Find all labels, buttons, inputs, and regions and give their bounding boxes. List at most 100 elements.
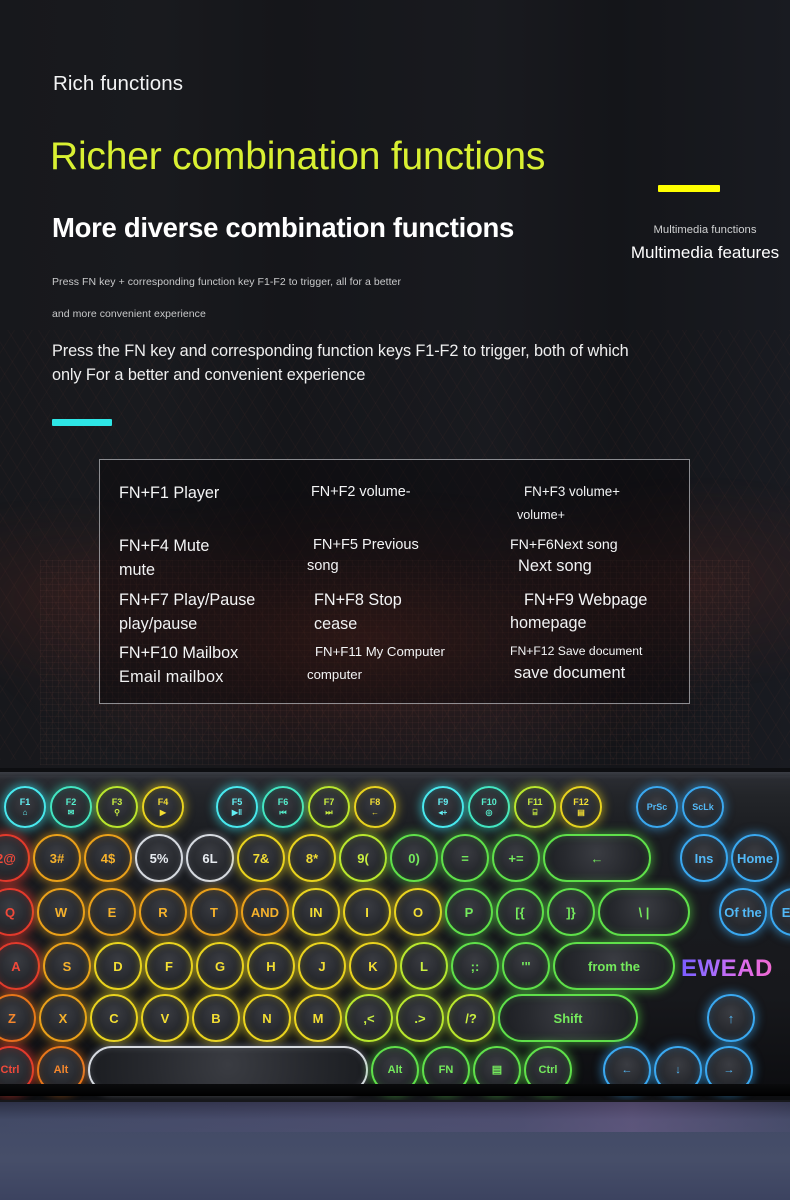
- key-9[interactable]: 9(: [339, 834, 387, 882]
- key-label: End: [781, 904, 790, 920]
- key-f8[interactable]: F8 ←: [354, 786, 396, 828]
- key-end[interactable]: End: [770, 888, 790, 936]
- key-o[interactable]: O: [394, 888, 442, 936]
- key-[interactable]: \ |: [598, 888, 690, 936]
- key-from-the[interactable]: from the: [553, 942, 675, 990]
- key-f11[interactable]: F11 ⌸: [514, 786, 556, 828]
- key-f10[interactable]: F10 ◎: [468, 786, 510, 828]
- key-[interactable]: '": [502, 942, 550, 990]
- key-s[interactable]: S: [43, 942, 91, 990]
- fn-entry-f2: FN+F2 volume-: [297, 484, 497, 522]
- key-of-the[interactable]: Of the: [719, 888, 767, 936]
- brand-logo: EWEAD: [681, 955, 773, 982]
- key-glyph-icon: ←: [371, 807, 379, 817]
- key-ins[interactable]: Ins: [680, 834, 728, 882]
- key-g[interactable]: G: [196, 942, 244, 990]
- key-label: S: [62, 958, 72, 974]
- key-label: ScLk: [692, 801, 714, 812]
- key-shift[interactable]: Shift: [498, 994, 638, 1042]
- key-[interactable]: ↑: [707, 994, 755, 1042]
- key-c[interactable]: C: [90, 994, 138, 1042]
- key-7[interactable]: 7&: [237, 834, 285, 882]
- fn-entry-f8: FN+F8 Stop cease: [297, 591, 497, 634]
- key-sclk[interactable]: ScLk: [682, 786, 724, 828]
- key-label: PrSc: [646, 801, 668, 812]
- key-[interactable]: ]}: [547, 888, 595, 936]
- key-e[interactable]: E: [88, 888, 136, 936]
- key-in[interactable]: IN: [292, 888, 340, 936]
- fn-entry-main: FN+F9 Webpage: [524, 591, 648, 609]
- key-m[interactable]: M: [294, 994, 342, 1042]
- key-[interactable]: ;:: [451, 942, 499, 990]
- key-f[interactable]: F: [145, 942, 193, 990]
- fn-entry-sub: Email mailbox: [119, 668, 224, 686]
- key-f2[interactable]: F2 ✉: [50, 786, 92, 828]
- key-f6[interactable]: F6 ⏮: [262, 786, 304, 828]
- key-x[interactable]: X: [39, 994, 87, 1042]
- key-f12[interactable]: F12 ▤: [560, 786, 602, 828]
- key-[interactable]: .>: [396, 994, 444, 1042]
- key-6l[interactable]: 6L: [186, 834, 234, 882]
- key-b[interactable]: B: [192, 994, 240, 1042]
- fn-table-row: FN+F10 Mailbox Email mailbox FN+F11 My C…: [100, 644, 691, 687]
- key-f9[interactable]: F9 ◂+: [422, 786, 464, 828]
- key-label: F6: [277, 796, 289, 807]
- key-0[interactable]: 0): [390, 834, 438, 882]
- page-root: Rich functions Richer combination functi…: [0, 0, 790, 1200]
- key-z[interactable]: Z: [0, 994, 36, 1042]
- key-f5[interactable]: F5 ▶‖: [216, 786, 258, 828]
- fn-entry-f11: FN+F11 My Computer computer: [297, 644, 497, 687]
- key-label: FN: [438, 1063, 454, 1076]
- fn-entry-main: FN+F10 Mailbox: [119, 644, 239, 662]
- fn-entry-main: FN+F4 Mute: [119, 537, 210, 555]
- key-glyph-icon: ✉: [67, 807, 75, 817]
- key-3[interactable]: 3#: [33, 834, 81, 882]
- key-label: Ctrl: [0, 1063, 20, 1076]
- key-f3[interactable]: F3 ⚲: [96, 786, 138, 828]
- key-q[interactable]: Q: [0, 888, 34, 936]
- key-j[interactable]: J: [298, 942, 346, 990]
- key-f1[interactable]: F1 ⌂: [4, 786, 46, 828]
- key-label: F11: [527, 796, 543, 807]
- key-f7[interactable]: F7 ⏭: [308, 786, 350, 828]
- key-label: P: [464, 904, 474, 920]
- key-prsc[interactable]: PrSc: [636, 786, 678, 828]
- key-w[interactable]: W: [37, 888, 85, 936]
- key-2[interactable]: 2@: [0, 834, 30, 882]
- key-label: ]}: [566, 904, 576, 920]
- fn-entry-main: FN+F5 Previous: [313, 537, 419, 553]
- key-[interactable]: /?: [447, 994, 495, 1042]
- key-label: ;:: [470, 958, 480, 974]
- key-8[interactable]: 8*: [288, 834, 336, 882]
- key-5[interactable]: 5%: [135, 834, 183, 882]
- fn-combination-table: FN+F1 Player FN+F2 volume- FN+F3 volume+…: [99, 459, 690, 704]
- key-[interactable]: [{: [496, 888, 544, 936]
- key-glyph-icon: ⌸: [532, 807, 538, 817]
- key-[interactable]: +=: [492, 834, 540, 882]
- key-and[interactable]: AND: [241, 888, 289, 936]
- fn-table-row: FN+F7 Play/Pause play/pause FN+F8 Stop c…: [100, 591, 691, 634]
- key-a[interactable]: A: [0, 942, 40, 990]
- key-label: L: [420, 958, 428, 974]
- key-i[interactable]: I: [343, 888, 391, 936]
- key-l[interactable]: L: [400, 942, 448, 990]
- key-[interactable]: =: [441, 834, 489, 882]
- key-d[interactable]: D: [94, 942, 142, 990]
- keyboard-row-function: F1 ⌂ F2 ✉ F3 ⚲ F4 ▶ F5 ▶‖ F6 ⏮ F7 ⏭ F8 ← F9 ◂+ F10 ◎ F11 ⌸ F12…: [4, 786, 724, 828]
- key-r[interactable]: R: [139, 888, 187, 936]
- fn-entry-main: FN+F2 volume-: [311, 484, 411, 500]
- key-v[interactable]: V: [141, 994, 189, 1042]
- fn-entry-sub: mute: [119, 561, 155, 579]
- key-k[interactable]: K: [349, 942, 397, 990]
- key-label: F8: [369, 796, 381, 807]
- key-[interactable]: ,<: [345, 994, 393, 1042]
- key-f4[interactable]: F4 ▶: [142, 786, 184, 828]
- key-t[interactable]: T: [190, 888, 238, 936]
- key-h[interactable]: H: [247, 942, 295, 990]
- key-home[interactable]: Home: [731, 834, 779, 882]
- key-p[interactable]: P: [445, 888, 493, 936]
- key-4[interactable]: 4$: [84, 834, 132, 882]
- fn-entry-sub: play/pause: [119, 615, 198, 633]
- key-n[interactable]: N: [243, 994, 291, 1042]
- key-[interactable]: ←: [543, 834, 651, 882]
